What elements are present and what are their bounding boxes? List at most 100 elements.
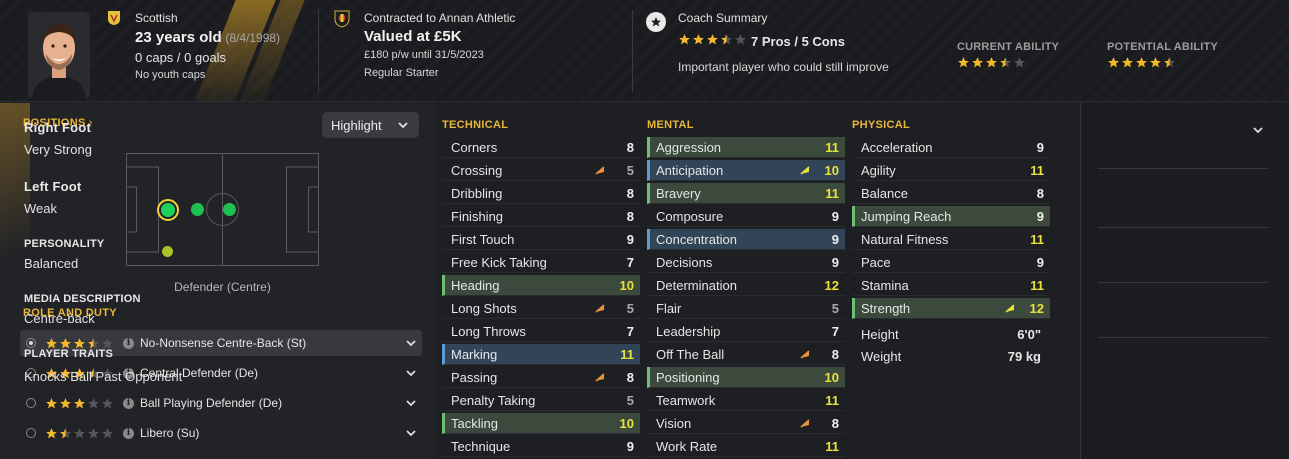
position-dot-dm[interactable] [191,203,204,216]
attribute-row[interactable]: Positioning 10 [647,367,845,388]
highlight-dropdown[interactable]: Highlight [322,112,419,138]
attribute-value: 8 [831,415,839,431]
attribute-row[interactable]: Balance 8 [852,183,1050,204]
personality-value[interactable]: Balanced [24,256,78,271]
attribute-trend-icon [595,304,605,313]
attribute-value: 5 [626,162,634,178]
pros-cons-text[interactable]: 7 Pros / 5 Cons [751,34,845,49]
attribute-row[interactable]: Bravery 11 [647,183,845,204]
squad-status-text: Regular Starter [364,67,439,79]
attribute-row[interactable]: Determination 12 [647,275,845,296]
position-dot-dl[interactable] [162,246,173,257]
attribute-row[interactable]: Marking 11 [442,344,640,365]
attribute-row[interactable]: Work Rate 11 [647,436,845,457]
attribute-row[interactable]: Dribbling 8 [442,183,640,204]
attribute-row[interactable]: Vision 8 [647,413,845,434]
attribute-row[interactable]: Agility 11 [852,160,1050,181]
mental-title: MENTAL [647,119,694,131]
attribute-row[interactable]: Composure 9 [647,206,845,227]
info-icon[interactable]: i [123,337,134,349]
attribute-value: 5 [626,392,634,408]
attribute-row[interactable]: Stamina 11 [852,275,1050,296]
attribute-name: First Touch [451,231,515,247]
role-row[interactable]: i Libero (Su) [20,420,422,446]
attribute-row[interactable]: Anticipation 10 [647,160,845,181]
attribute-name: Determination [656,277,737,293]
attribute-row[interactable]: First Touch 9 [442,229,640,250]
attribute-row[interactable]: Aggression 11 [647,137,845,158]
attribute-row[interactable]: Passing 8 [442,367,640,388]
potential-ability-label: POTENTIAL ABILITY [1107,41,1218,53]
attribute-row[interactable]: Strength 12 [852,298,1050,319]
attribute-row[interactable]: Corners 8 [442,137,640,158]
chevron-down-icon[interactable] [406,429,416,437]
attribute-name: Marking [451,346,498,362]
attribute-name: Penalty Taking [451,392,536,408]
position-dot-mc[interactable] [223,203,236,216]
attribute-row[interactable]: Technique 9 [442,436,640,457]
header-divider [632,10,633,92]
attribute-row[interactable]: Pace 9 [852,252,1050,273]
attribute-name: Decisions [656,254,713,270]
attribute-row[interactable]: Concentration 9 [647,229,845,250]
attribute-name: Teamwork [656,392,716,408]
player-avatar[interactable] [28,12,90,98]
attribute-value: 11 [825,438,839,454]
youth-caps-text: No youth caps [135,69,206,81]
attribute-name: Heading [451,277,500,293]
attribute-name: Concentration [656,231,737,247]
attribute-row[interactable]: Long Shots 5 [442,298,640,319]
position-dot-dc[interactable] [161,203,175,217]
attribute-name: Flair [656,300,682,316]
attribute-row[interactable]: Heading 10 [442,275,640,296]
attribute-value: 11 [1030,231,1044,247]
chevron-down-icon[interactable] [406,399,416,407]
attribute-value: 7 [626,323,634,339]
attribute-row[interactable]: Long Throws 7 [442,321,640,342]
attribute-row[interactable]: Free Kick Taking 7 [442,252,640,273]
club-badge-icon[interactable] [334,10,350,28]
attribute-value: 5 [626,300,634,316]
left-foot-label: Left Foot [24,179,82,194]
attribute-value: 9 [1036,254,1044,270]
chevron-down-icon [398,122,408,129]
attribute-row[interactable]: Tackling 10 [442,413,640,434]
attribute-row[interactable]: Natural Fitness 11 [852,229,1050,250]
attribute-row[interactable]: Penalty Taking 5 [442,390,640,411]
right-foot-label: Right Foot [24,120,91,135]
attribute-name: Anticipation [656,162,724,178]
contract-text[interactable]: Contracted to Annan Athletic [364,11,515,25]
attribute-value: 9 [831,254,839,270]
role-label: No-Nonsense Centre-Back (St) [140,336,307,350]
attribute-row[interactable]: Crossing 5 [442,160,640,181]
attribute-name: Jumping Reach [861,208,952,224]
attribute-row[interactable]: Decisions 9 [647,252,845,273]
attribute-row[interactable]: Acceleration 9 [852,137,1050,158]
height-label: Height [861,327,899,342]
role-radio[interactable] [26,428,36,438]
attribute-value: 7 [626,254,634,270]
attribute-row[interactable]: Finishing 8 [442,206,640,227]
info-icon[interactable]: i [123,427,134,439]
attribute-name: Crossing [451,162,503,178]
chevron-down-icon[interactable] [1253,126,1263,134]
player-trait-item[interactable]: Knocks Ball Past Opponent [24,369,182,384]
attribute-value: 9 [831,231,839,247]
attribute-row[interactable]: Teamwork 11 [647,390,845,411]
attribute-value: 11 [1030,162,1044,178]
attribute-row[interactable]: Off The Ball 8 [647,344,845,365]
coach-summary-title[interactable]: Coach Summary [678,11,767,25]
divider [1098,282,1268,283]
info-icon[interactable]: i [123,397,134,409]
attribute-row[interactable]: Flair 5 [647,298,845,319]
chevron-down-icon[interactable] [406,369,416,377]
attribute-row[interactable]: Leadership 7 [647,321,845,342]
attribute-name: Pace [861,254,891,270]
chevron-down-icon[interactable] [406,339,416,347]
role-radio[interactable] [26,398,36,408]
role-radio[interactable] [26,338,36,348]
role-row[interactable]: i Ball Playing Defender (De) [20,390,422,416]
attribute-name: Aggression [656,139,722,155]
attribute-name: Strength [861,300,911,316]
attribute-row[interactable]: Jumping Reach 9 [852,206,1050,227]
